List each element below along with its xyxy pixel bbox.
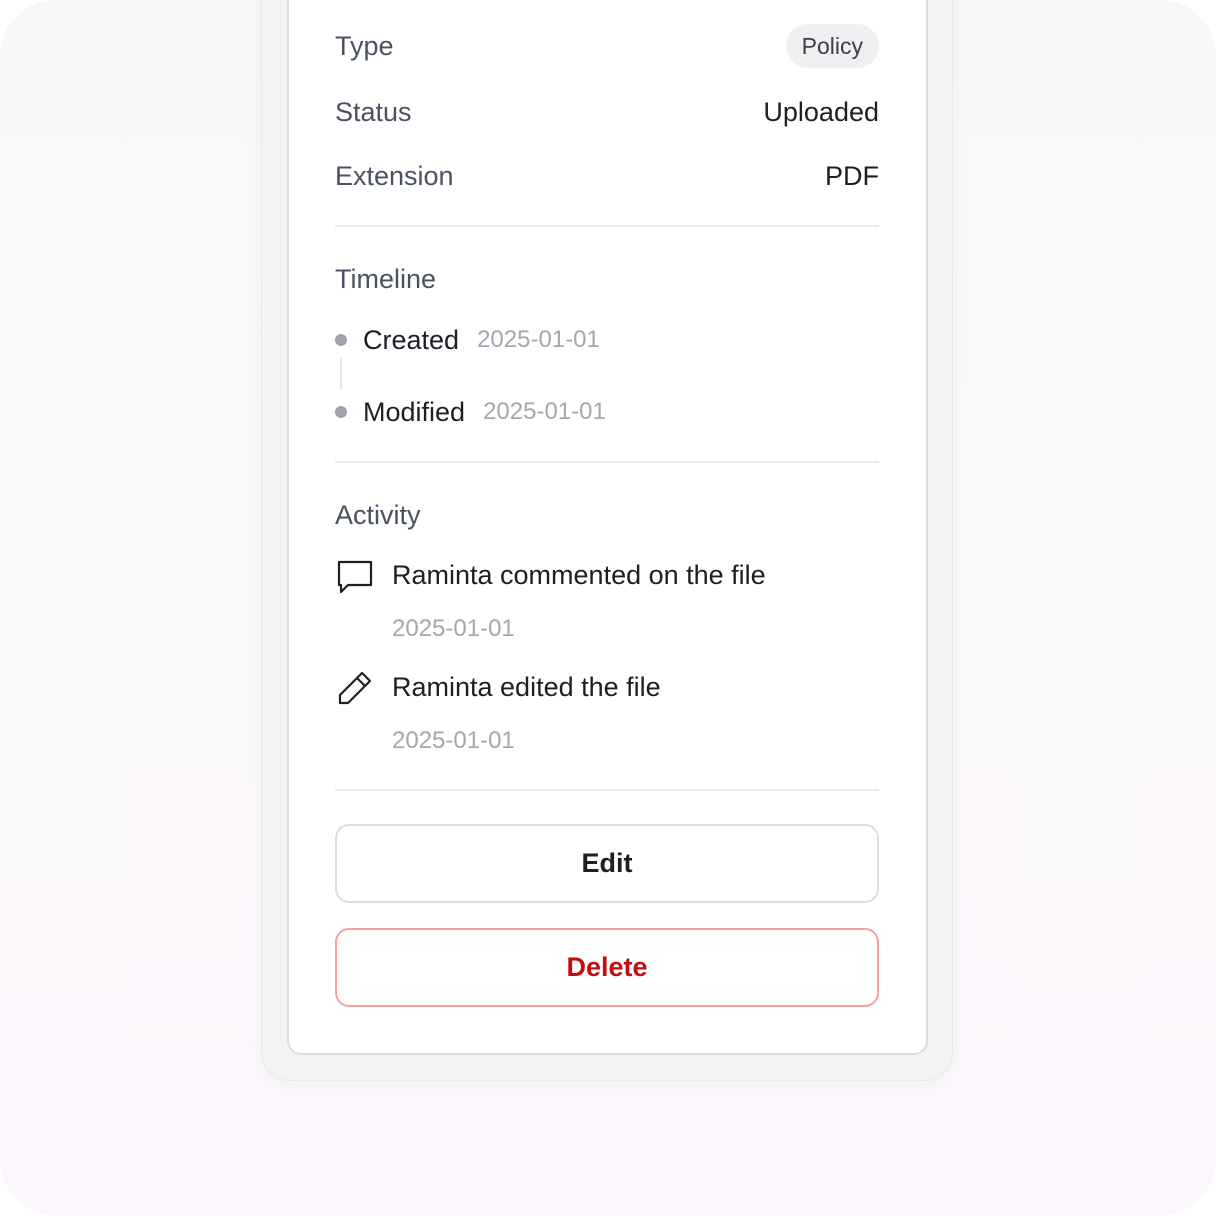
timeline-item-created: Created 2025-01-01 [335,320,600,360]
timeline-item-modified: Modified 2025-01-01 [335,392,606,432]
pencil-icon [338,671,372,705]
edit-button-label: Edit [581,848,633,878]
activity-item-date: 2025-01-01 [392,727,515,754]
timeline-title: Timeline [335,264,437,294]
type-badge: Policy [785,24,879,68]
timeline-connector [340,358,342,390]
activity-item-text: Raminta edited the file [392,672,661,702]
timeline-dot [335,334,347,346]
timeline-item-label: Modified [363,396,466,427]
status-value: Uploaded [763,96,879,127]
type-row: Type Policy [335,24,879,68]
status-row: Status Uploaded [335,90,879,134]
divider [335,789,879,791]
extension-label: Extension [335,160,454,191]
timeline-item-date: 2025-01-01 [477,326,600,353]
delete-button-label: Delete [566,952,648,982]
type-label: Type [335,30,394,61]
comment-icon [337,560,373,594]
timeline-item-date: 2025-01-01 [483,398,606,425]
activity-item-text: Raminta commented on the file [392,560,766,590]
status-label: Status [335,96,412,127]
activity-item-date: 2025-01-01 [392,615,515,642]
extension-row: Extension PDF [335,154,879,198]
timeline-dot [335,406,347,418]
divider [335,461,879,463]
extension-value: PDF [825,160,879,191]
timeline-item-label: Created [363,324,460,355]
edit-button[interactable]: Edit [335,824,879,903]
delete-button[interactable]: Delete [335,928,879,1007]
divider [335,225,879,227]
activity-title: Activity [335,500,421,530]
